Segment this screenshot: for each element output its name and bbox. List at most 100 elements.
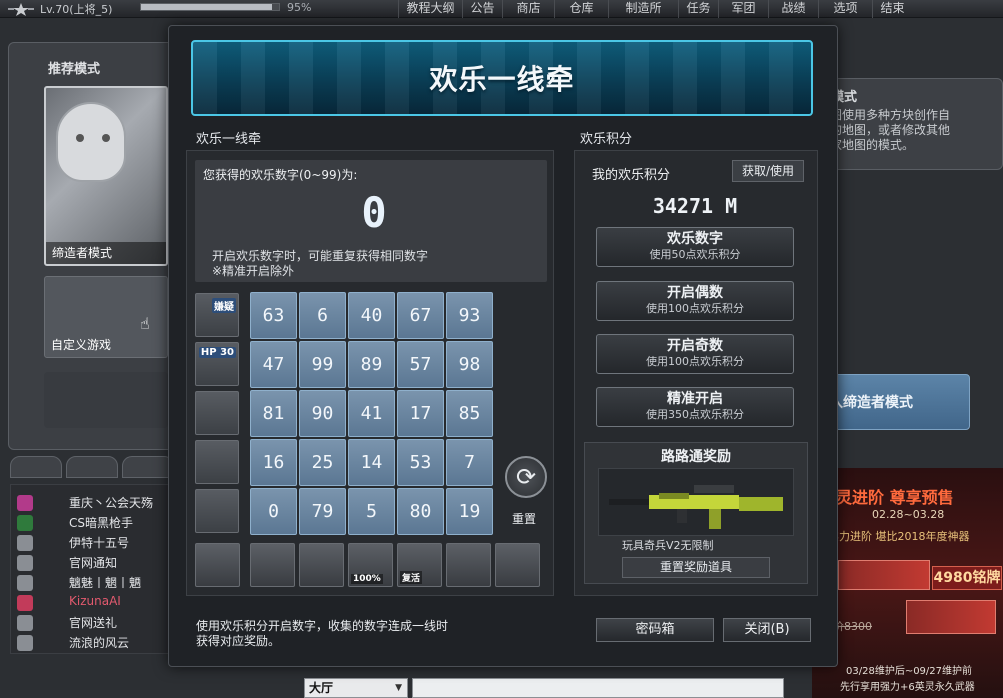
row-reward-icon[interactable]: [195, 489, 239, 533]
row-reward-icon[interactable]: [195, 440, 239, 484]
nav-item[interactable]: 仓库: [554, 0, 608, 18]
number-cell[interactable]: 7: [446, 439, 493, 486]
number-cell[interactable]: 67: [397, 292, 444, 339]
friend-name: 魑魅丨魍丨魉: [69, 576, 142, 590]
number-value: 0: [361, 188, 387, 237]
nav-item[interactable]: 任务: [678, 0, 718, 18]
nav-item[interactable]: 选项: [818, 0, 872, 18]
nav-item[interactable]: 制造所: [608, 0, 678, 18]
close-button[interactable]: 关闭(B): [723, 618, 811, 642]
number-cell[interactable]: 41: [348, 390, 395, 437]
friend-row[interactable]: KizunaAI: [17, 593, 177, 613]
friend-row[interactable]: 流浪的风云: [17, 633, 177, 653]
robot-head-icon: [56, 102, 126, 182]
number-cell[interactable]: 57: [397, 341, 444, 388]
creator-mode-label: 缔造者模式: [46, 242, 166, 264]
friend-row[interactable]: CS暗黑枪手: [17, 513, 177, 533]
row-reward-icon[interactable]: 嫌疑: [195, 293, 239, 337]
tab-friends-list[interactable]: [10, 456, 62, 478]
nav-item[interactable]: 教程大纲: [398, 0, 462, 18]
creator-mode-card[interactable]: 缔造者模式: [44, 86, 168, 266]
reset-reward-button[interactable]: 重置奖励道具: [622, 557, 770, 578]
exp-bar: [140, 3, 280, 11]
friend-row[interactable]: 官网送礼: [17, 613, 177, 633]
action-cost: 使用100点欢乐积分: [646, 302, 744, 315]
number-cell[interactable]: 25: [299, 439, 346, 486]
promo-title: 英灵进阶 尊享预售: [820, 488, 954, 507]
column-icon-badge: 复活: [400, 571, 423, 584]
exp-percent: 95%: [287, 1, 312, 14]
number-cell[interactable]: 40: [348, 292, 395, 339]
open-even-button[interactable]: 开启偶数 使用100点欢乐积分: [596, 281, 794, 321]
friend-rank-icon: [17, 615, 33, 631]
friend-row[interactable]: 官网通知: [17, 553, 177, 573]
tab-group[interactable]: [66, 456, 118, 478]
row-reward-icon[interactable]: [195, 391, 239, 435]
nav-item[interactable]: 公告: [462, 0, 502, 18]
friend-list: 重庆丶公会天殇 CS暗黑枪手 伊特十五号 官网通知 魑魅丨魍丨魉 KizunaAI 官网送礼…: [10, 484, 172, 654]
friend-name: 重庆丶公会天殇: [69, 496, 154, 510]
top-bar: Lv.70(上将_5) 95% 教程大纲 公告 商店 仓库 制造所 任务 军团 战绩 选项 结束: [0, 0, 1003, 18]
number-prompt: 您获得的欢乐数字(0~99)为:: [203, 168, 358, 182]
number-cell[interactable]: 63: [250, 292, 297, 339]
number-cell[interactable]: 80: [397, 488, 444, 535]
chat-input[interactable]: [412, 678, 784, 698]
nav-item[interactable]: 结束: [872, 0, 912, 18]
number-cell[interactable]: 90: [299, 390, 346, 437]
column-reward-icon[interactable]: [495, 543, 540, 587]
tab-clan[interactable]: [122, 456, 174, 478]
column-reward-icon[interactable]: [195, 543, 240, 587]
precise-open-button[interactable]: 精准开启 使用350点欢乐积分: [596, 387, 794, 427]
number-cell[interactable]: 89: [348, 341, 395, 388]
row-reward-icon[interactable]: HP 30: [195, 342, 239, 386]
custom-game-label: 自定义游戏: [51, 338, 112, 352]
column-reward-icon[interactable]: 100%: [348, 543, 393, 587]
number-cell[interactable]: 93: [446, 292, 493, 339]
number-cell[interactable]: 85: [446, 390, 493, 437]
number-cell[interactable]: 99: [299, 341, 346, 388]
number-cell[interactable]: 6: [299, 292, 346, 339]
friend-row[interactable]: 伊特十五号: [17, 533, 177, 553]
number-cell[interactable]: 0: [250, 488, 297, 535]
column-reward-icon[interactable]: [250, 543, 295, 587]
rank-icon: [8, 2, 36, 16]
player-level: Lv.70(上将_5): [40, 3, 113, 16]
joy-number-button[interactable]: 欢乐数字 使用50点欢乐积分: [596, 227, 794, 267]
friend-row[interactable]: 魑魅丨魍丨魉: [17, 573, 177, 593]
number-cell[interactable]: 81: [250, 390, 297, 437]
column-reward-icon[interactable]: 复活: [397, 543, 442, 587]
nav-item[interactable]: 军团: [718, 0, 768, 18]
friend-name: 官网送礼: [69, 616, 118, 630]
number-cell[interactable]: 16: [250, 439, 297, 486]
number-cell[interactable]: 19: [446, 488, 493, 535]
column-reward-icon[interactable]: [299, 543, 344, 587]
rules-desc-2: 获得对应奖励。: [196, 634, 281, 648]
reward-title: 路路通奖励: [661, 449, 731, 465]
chevron-down-icon: ▼: [395, 683, 402, 693]
refresh-icon[interactable]: ⟳: [505, 456, 547, 498]
friend-rank-icon: [17, 595, 33, 611]
number-cell[interactable]: 14: [348, 439, 395, 486]
social-tabs: [10, 456, 180, 478]
quick-row: [44, 372, 168, 428]
promo-weapon-image: [838, 560, 930, 590]
number-cell[interactable]: 17: [397, 390, 444, 437]
nav-item[interactable]: 商店: [502, 0, 554, 18]
number-cell[interactable]: 53: [397, 439, 444, 486]
nav-item[interactable]: 战绩: [768, 0, 818, 18]
number-cell[interactable]: 5: [348, 488, 395, 535]
action-label: 开启奇数: [667, 338, 723, 354]
number-cell[interactable]: 47: [250, 341, 297, 388]
column-reward-icon[interactable]: [446, 543, 491, 587]
dialog-title: 欢乐一线牵: [429, 63, 575, 96]
dialog-banner: 欢乐一线牵: [191, 40, 813, 116]
password-box-button[interactable]: 密码箱: [596, 618, 714, 642]
number-cell[interactable]: 98: [446, 341, 493, 388]
friend-rank-icon: [17, 555, 33, 571]
friend-row[interactable]: 重庆丶公会天殇: [17, 493, 177, 513]
get-use-button[interactable]: 获取/使用: [732, 160, 804, 182]
open-odd-button[interactable]: 开启奇数 使用100点欢乐积分: [596, 334, 794, 374]
promo-weapon-image-2: [906, 600, 996, 634]
channel-select[interactable]: 大厅 ▼: [304, 678, 408, 698]
number-cell[interactable]: 79: [299, 488, 346, 535]
